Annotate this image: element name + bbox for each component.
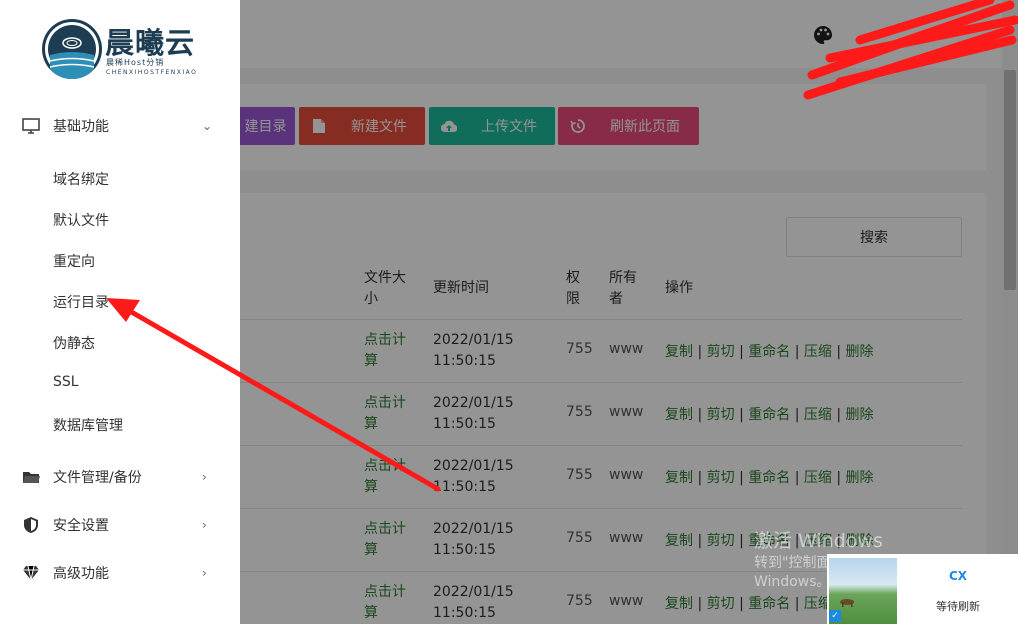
menu-advanced-functions[interactable]: 高级功能 › <box>0 553 240 593</box>
menu-basic-functions[interactable]: 基础功能 ⌄ <box>0 106 240 146</box>
menu-security-settings[interactable]: 安全设置 › <box>0 505 240 545</box>
activation-watermark-title: 激活 Windows <box>754 530 883 552</box>
sidebar-drawer: 晨曦云 晨稀Host分销 CHENXIHOSTFENXIAO 基础功能 ⌄ 域名… <box>0 0 240 624</box>
logo-emblem-icon <box>42 19 102 79</box>
shield-icon <box>22 516 40 534</box>
diamond-icon <box>22 564 40 582</box>
brand-subtitle: 晨稀Host分销 <box>106 58 165 67</box>
widget-logo: CX <box>949 569 968 583</box>
chevron-right-icon: › <box>202 470 207 484</box>
checkbox-icon[interactable]: ✓ <box>829 610 841 622</box>
brand-logo[interactable]: 晨曦云 晨稀Host分销 CHENXIHOSTFENXIAO <box>40 16 210 80</box>
sidebar-item-redirect[interactable]: 重定向 <box>53 251 95 271</box>
menu-label: 高级功能 <box>53 566 109 582</box>
notification-widget[interactable]: ✓ CX 等待刷新 <box>827 554 1018 624</box>
menu-label: 文件管理/备份 <box>53 470 142 486</box>
activation-watermark-text: Windows。 <box>754 574 831 590</box>
menu-label: 安全设置 <box>53 518 109 534</box>
chevron-right-icon: › <box>202 566 207 580</box>
brand-name: 晨曦云 <box>105 26 196 60</box>
brand-subtitle-latin: CHENXIHOSTFENXIAO <box>106 69 198 76</box>
widget-status: 等待刷新 <box>936 600 980 613</box>
sidebar-item-rewrite[interactable]: 伪静态 <box>53 333 95 353</box>
folder-icon <box>22 468 40 486</box>
sidebar-item-database[interactable]: 数据库管理 <box>53 415 123 435</box>
menu-file-management[interactable]: 文件管理/备份 › <box>0 457 240 497</box>
chevron-down-icon: ⌄ <box>202 119 213 133</box>
chevron-right-icon: › <box>202 518 207 532</box>
sidebar-item-default-file[interactable]: 默认文件 <box>53 210 109 230</box>
menu-label: 基础功能 <box>53 119 109 135</box>
sidebar-item-domain-binding[interactable]: 域名绑定 <box>53 169 109 189</box>
sidebar-item-run-directory[interactable]: 运行目录 <box>53 292 109 312</box>
monitor-icon <box>22 117 40 135</box>
sidebar-item-ssl[interactable]: SSL <box>53 374 79 390</box>
